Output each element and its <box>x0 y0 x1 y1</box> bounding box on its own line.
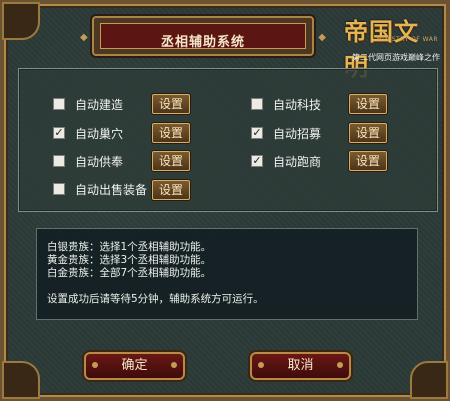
settings-button-auto-build[interactable]: 设置 <box>152 94 190 114</box>
option-label: 自动科技 <box>273 97 322 112</box>
option-label: 自动巢穴 <box>75 126 124 141</box>
dialog-title: 丞相辅助系统 <box>160 35 245 50</box>
frame-corner-ornament <box>2 361 40 399</box>
settings-button-auto-sell-equipment[interactable]: 设置 <box>152 180 190 200</box>
frame-corner-ornament <box>410 361 448 399</box>
settings-button-auto-offering[interactable]: 设置 <box>152 151 190 171</box>
settings-button-auto-trade[interactable]: 设置 <box>349 151 387 171</box>
option-auto-offering[interactable]: 自动供奉 <box>53 150 123 172</box>
dialog-title-bar: ◆ 丞相辅助系统 ◆ <box>80 16 326 56</box>
checkbox-auto-trade[interactable]: ✓ <box>251 155 263 167</box>
checkbox-auto-offering[interactable] <box>53 155 65 167</box>
settings-button-auto-nest[interactable]: 设置 <box>152 123 190 143</box>
checkbox-auto-recruit[interactable]: ✓ <box>251 127 263 139</box>
logo-tagline: 第二代网页游戏巅峰之作 <box>352 53 440 62</box>
button-ornament-icon <box>258 362 264 368</box>
options-panel: 自动建造 设置 ✓ 自动巢穴 设置 自动供奉 设置 自动出售装备 设置 自动科技… <box>18 68 438 212</box>
option-label: 自动出售装备 <box>75 182 148 197</box>
title-ornament-icon: ◆ <box>80 32 88 43</box>
option-label: 自动供奉 <box>75 154 124 169</box>
option-auto-trade[interactable]: ✓ 自动跑商 <box>251 150 321 172</box>
option-auto-build[interactable]: 自动建造 <box>53 93 123 115</box>
title-plate: 丞相辅助系统 <box>100 23 306 50</box>
info-platinum-noble: 白金贵族：全部7个丞相辅助功能。 <box>47 267 212 279</box>
option-auto-sell-equipment[interactable]: 自动出售装备 <box>53 178 147 200</box>
assistant-dialog: ◆ 丞相辅助系统 ◆ 帝国文明 MINISTRY OF WAR 第二代网页游戏巅… <box>0 0 450 401</box>
cancel-label: 取消 <box>287 358 314 373</box>
checkbox-auto-nest[interactable]: ✓ <box>53 127 65 139</box>
button-ornament-icon <box>92 362 98 368</box>
cancel-button[interactable]: 取消 <box>250 352 351 380</box>
confirm-button[interactable]: 确定 <box>84 352 185 380</box>
option-label: 自动建造 <box>75 97 124 112</box>
logo-subtitle: MINISTRY OF WAR <box>376 36 438 43</box>
option-auto-recruit[interactable]: ✓ 自动招募 <box>251 122 321 144</box>
settings-button-auto-tech[interactable]: 设置 <box>349 94 387 114</box>
option-label: 自动跑商 <box>273 154 322 169</box>
checkbox-auto-build[interactable] <box>53 98 65 110</box>
title-ornament-icon: ◆ <box>318 32 326 43</box>
info-panel: 白银贵族：选择1个丞相辅助功能。 黄金贵族：选择3个丞相辅助功能。 白金贵族：全… <box>36 228 418 320</box>
info-wait-note: 设置成功后请等待5分钟，辅助系统方可运行。 <box>47 293 264 305</box>
button-ornament-icon <box>171 362 177 368</box>
option-auto-nest[interactable]: ✓ 自动巢穴 <box>53 122 123 144</box>
checkbox-auto-tech[interactable] <box>251 98 263 110</box>
checkbox-auto-sell-equipment[interactable] <box>53 183 65 195</box>
frame-corner-ornament <box>2 2 40 40</box>
button-ornament-icon <box>337 362 343 368</box>
option-auto-tech[interactable]: 自动科技 <box>251 93 321 115</box>
game-logo: 帝国文明 MINISTRY OF WAR 第二代网页游戏巅峰之作 <box>344 12 444 81</box>
confirm-label: 确定 <box>121 358 148 373</box>
settings-button-auto-recruit[interactable]: 设置 <box>349 123 387 143</box>
option-label: 自动招募 <box>273 126 322 141</box>
